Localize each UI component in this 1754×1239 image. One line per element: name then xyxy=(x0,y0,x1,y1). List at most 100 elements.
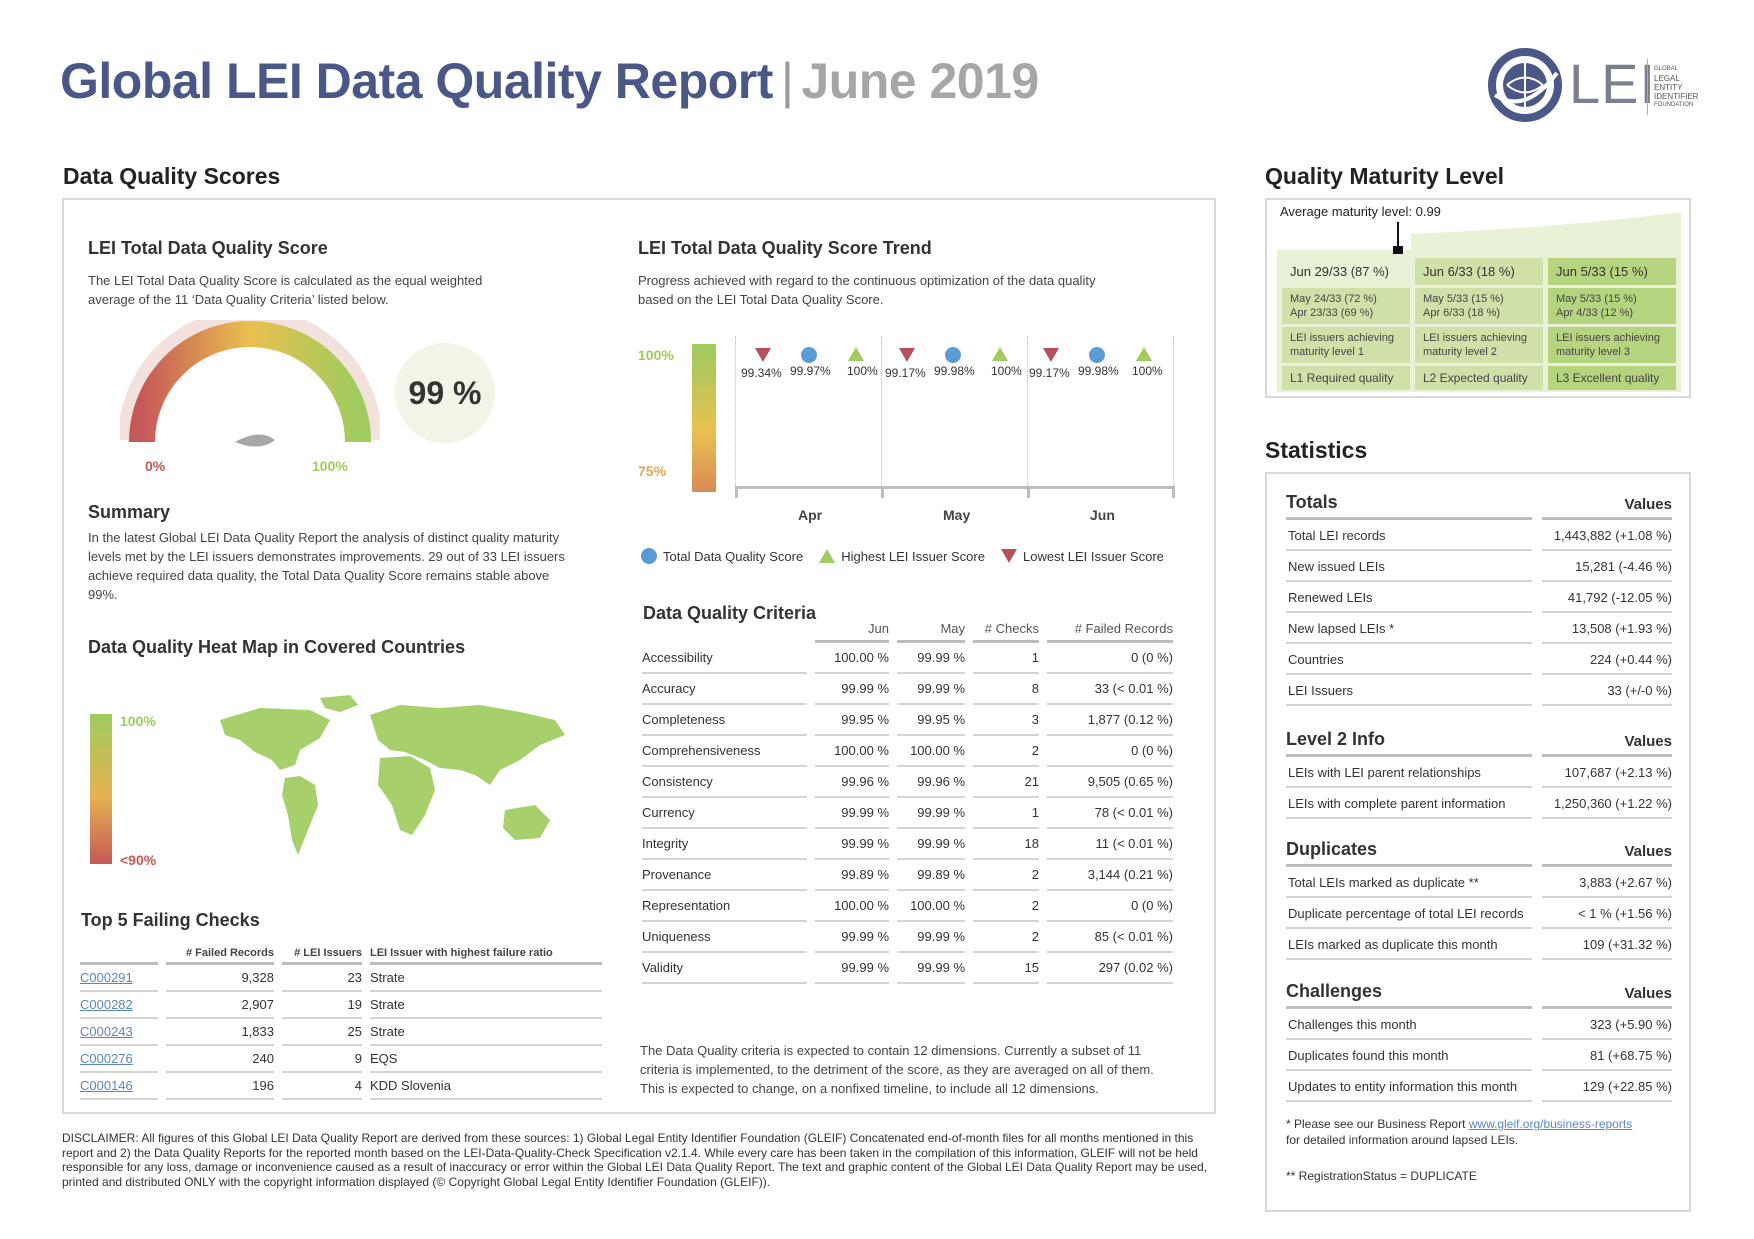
jun-cell: 99.95 % xyxy=(815,705,889,736)
may-cell: 100.00 % xyxy=(897,891,965,922)
stat-value: 13,508 (+1.93 %) xyxy=(1542,613,1672,644)
title-separator: | xyxy=(780,53,794,109)
jun-cell: 100.00 % xyxy=(815,736,889,767)
table-row: Consistency 99.96 % 99.96 % 21 9,505 (0.65 %… xyxy=(642,767,1173,798)
failed-cell: 1,877 (0.12 %) xyxy=(1047,705,1173,736)
checks-cell: 2 xyxy=(973,736,1039,767)
maturity-head: Jun 5/33 (15 %) xyxy=(1548,258,1676,285)
criterion-name: Representation xyxy=(642,891,807,922)
criterion-name: Currency xyxy=(642,798,807,829)
maturity-level: L2 Expected quality xyxy=(1415,366,1543,390)
history-line: Apr 23/33 (69 %) xyxy=(1290,307,1374,319)
table-row: C000282 2,907 19 Strate xyxy=(80,992,602,1019)
may-cell: 99.99 % xyxy=(897,643,965,674)
trend-tick xyxy=(1172,486,1175,498)
world-landmass xyxy=(220,695,565,855)
failed-cell: 33 (< 0.01 %) xyxy=(1047,674,1173,705)
table-row: Provenance 99.89 % 99.89 % 2 3,144 (0.21 %) xyxy=(642,860,1173,891)
may-cell: 99.99 % xyxy=(897,674,965,705)
failed-cell: 9,505 (0.65 %) xyxy=(1047,767,1173,798)
stat-row: LEIs with complete parent information 1,2… xyxy=(1286,788,1672,819)
criteria-header: Jun May # Checks # Failed Records xyxy=(642,612,1173,643)
legend-triangle-down-icon xyxy=(1000,549,1017,563)
stats-head: Totals Values xyxy=(1286,484,1672,520)
check-link[interactable]: C000146 xyxy=(80,1073,158,1100)
failed-cell: 85 (< 0.01 %) xyxy=(1047,922,1173,953)
may-cell: 99.96 % xyxy=(897,767,965,798)
checks-cell: 15 xyxy=(973,953,1039,984)
failed-records-cell: 1,833 xyxy=(166,1019,274,1046)
stats-title: Challenges xyxy=(1286,981,1532,1009)
highest-value: 100% xyxy=(991,364,1022,378)
check-link[interactable]: C000282 xyxy=(80,992,158,1019)
business-report-link[interactable]: www.gleif.org/business-reports xyxy=(1469,1117,1632,1131)
may-cell: 99.99 % xyxy=(897,953,965,984)
trend-month-label: Jun xyxy=(1090,507,1115,523)
check-link[interactable]: C000291 xyxy=(80,965,158,992)
trend-gridline xyxy=(1027,336,1028,496)
logo-org-line: ENTITY xyxy=(1654,83,1683,92)
check-link[interactable]: C000243 xyxy=(80,1019,158,1046)
highest-value: 100% xyxy=(1132,364,1163,378)
world-heatmap xyxy=(220,695,565,855)
maturity-average: Average maturity level: 0.99 xyxy=(1280,204,1441,219)
may-cell: 99.99 % xyxy=(897,798,965,829)
maturity-history: May 24/33 (72 %) Apr 23/33 (69 %) xyxy=(1282,288,1410,324)
criterion-name: Provenance xyxy=(642,860,807,891)
may-cell: 99.99 % xyxy=(897,829,965,860)
values-label: Values xyxy=(1542,496,1672,520)
total-score-title: LEI Total Data Quality Score xyxy=(88,238,328,258)
may-cell: 99.95 % xyxy=(897,705,965,736)
maturity-pointer-head xyxy=(1393,246,1403,254)
trend-tick xyxy=(735,486,738,498)
table-row: C000276 240 9 EQS xyxy=(80,1046,602,1073)
summary-text: In the latest Global LEI Data Quality Re… xyxy=(88,530,565,602)
failed-cell: 78 (< 0.01 %) xyxy=(1047,798,1173,829)
failed-records-cell: 9,328 xyxy=(166,965,274,992)
table-row: C000243 1,833 25 Strate xyxy=(80,1019,602,1046)
stat-value: 1,443,882 (+1.08 %) xyxy=(1542,520,1672,551)
summary-title: Summary xyxy=(88,502,171,522)
table-row: Validity 99.99 % 99.99 % 15 297 (0.02 %) xyxy=(642,953,1173,984)
stat-value: 109 (+31.32 %) xyxy=(1542,929,1672,960)
maturity-issuers: LEI issuers achieving maturity level 1 xyxy=(1282,327,1410,363)
stat-row: Duplicates found this month 81 (+68.75 %) xyxy=(1286,1040,1672,1071)
stat-row: Countries 224 (+0.44 %) xyxy=(1286,644,1672,675)
checks-cell: 21 xyxy=(973,767,1039,798)
table-row: Accuracy 99.99 % 99.99 % 8 33 (< 0.01 %) xyxy=(642,674,1173,705)
failed-cell: 0 (0 %) xyxy=(1047,891,1173,922)
stats-footnote-1: * Please see our Business Report www.gle… xyxy=(1286,1116,1681,1148)
total-marker xyxy=(1089,347,1105,363)
check-link[interactable]: C000276 xyxy=(80,1046,158,1073)
trend-chart: 99.34% 99.97% 100% 99.17% 99.98% 100% 99… xyxy=(735,336,1175,498)
stat-label: Updates to entity information this month xyxy=(1286,1071,1532,1102)
legend-total: Total Data Quality Score xyxy=(663,548,804,564)
logo-text: LEI xyxy=(1569,52,1657,115)
col-lei-issuers: # LEI Issuers xyxy=(282,938,362,965)
gauge-max-label: 100% xyxy=(312,458,348,474)
lei-issuers-cell: 19 xyxy=(282,992,362,1019)
stat-row: New issued LEIs 15,281 (-4.46 %) xyxy=(1286,551,1672,582)
table-row: Uniqueness 99.99 % 99.99 % 2 85 (< 0.01 %) xyxy=(642,922,1173,953)
stats-level2: Level 2 Info Values LEIs with LEI parent … xyxy=(1286,721,1672,819)
col-may: May xyxy=(897,612,965,643)
lowest-marker xyxy=(1043,348,1059,362)
issuer-cell: KDD Slovenia xyxy=(370,1073,602,1100)
jun-cell: 100.00 % xyxy=(815,643,889,674)
lowest-marker xyxy=(755,348,771,362)
maturity-column-l2: Jun 6/33 (18 %) May 5/33 (15 %) Apr 6/33 … xyxy=(1415,258,1543,393)
stats-head: Level 2 Info Values xyxy=(1286,721,1672,757)
stat-value: < 1 % (+1.56 %) xyxy=(1542,898,1672,929)
history-line: May 5/33 (15 %) xyxy=(1556,293,1637,305)
criterion-name: Accessibility xyxy=(642,643,807,674)
stat-value: 3,883 (+2.67 %) xyxy=(1542,867,1672,898)
jun-cell: 99.99 % xyxy=(815,798,889,829)
stat-value: 15,281 (-4.46 %) xyxy=(1542,551,1672,582)
stat-value: 41,792 (-12.05 %) xyxy=(1542,582,1672,613)
stats-challenges: Challenges Values Challenges this month 32… xyxy=(1286,973,1672,1102)
trend-legend: Total Data Quality Score Highest LEI Iss… xyxy=(641,548,1164,564)
failed-cell: 3,144 (0.21 %) xyxy=(1047,860,1173,891)
legend-highest: Highest LEI Issuer Score xyxy=(841,548,985,564)
checks-cell: 1 xyxy=(973,643,1039,674)
table-row: Accessibility 100.00 % 99.99 % 1 0 (0 %) xyxy=(642,643,1173,674)
